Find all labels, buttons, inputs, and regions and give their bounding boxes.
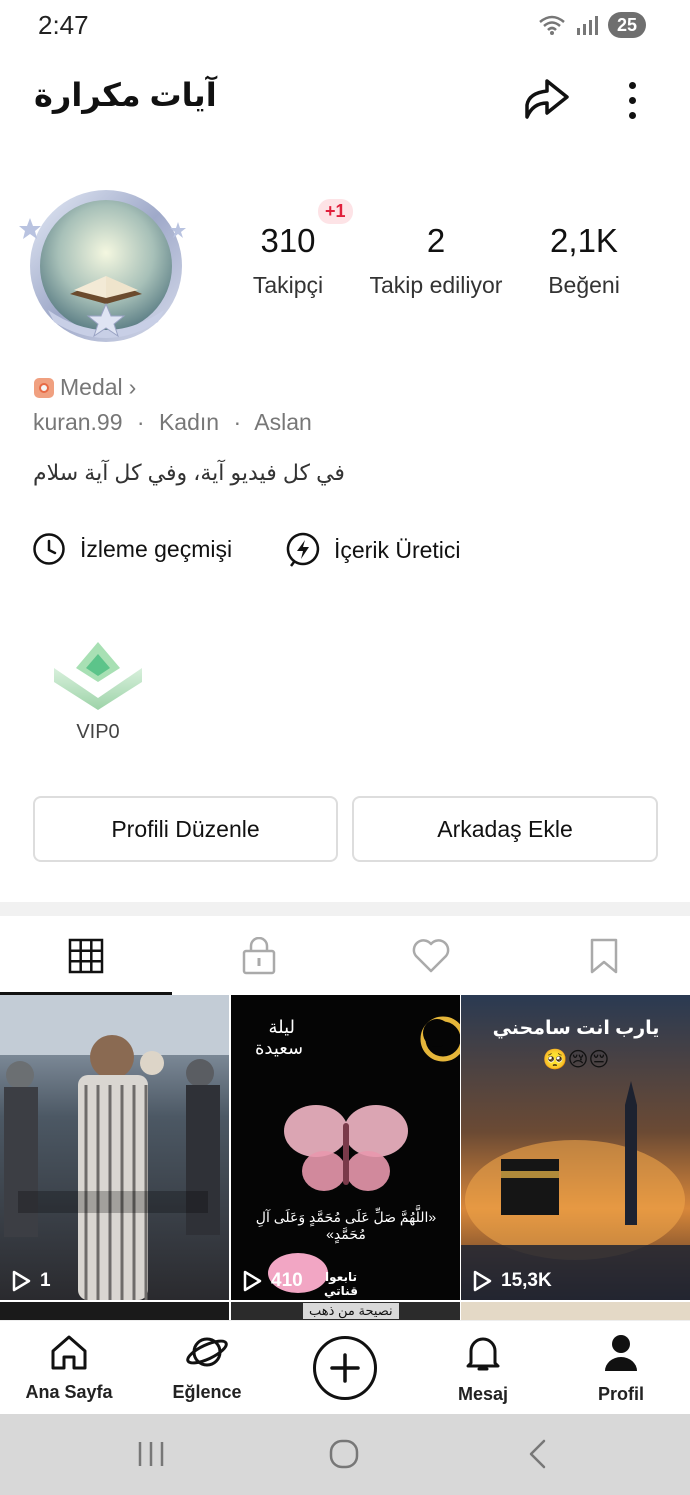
- followers-stat[interactable]: 310 Takipçi: [244, 222, 332, 299]
- home-circle-icon[interactable]: [328, 1438, 360, 1470]
- following-stat[interactable]: 2 Takip ediliyor: [362, 222, 510, 299]
- tab-videos[interactable]: [0, 917, 173, 995]
- followers-label: Takipçi: [252, 272, 324, 298]
- watch-history-link[interactable]: İzleme geçmişi: [32, 532, 232, 566]
- status-icons: 25: [538, 12, 646, 38]
- bio: في كل فيديو آية، وفي كل آية سلام: [33, 460, 345, 485]
- wifi-icon: [539, 15, 565, 35]
- bookmark-icon: [590, 938, 617, 974]
- video-overlay-text: يارب انت سامحني: [492, 1018, 660, 1039]
- add-friend-button[interactable]: Arkadaş Ekle: [352, 796, 658, 862]
- status-time: 2:47: [38, 10, 89, 40]
- nav-entertainment-label: Eğlence: [172, 1382, 242, 1402]
- play-icon: [243, 1270, 262, 1292]
- separator: ·: [136, 409, 145, 435]
- medal-link[interactable]: Medal ›: [34, 374, 136, 401]
- nav-entertainment[interactable]: Eğlence: [152, 1333, 262, 1403]
- video-sticker: تابعوا قناتي: [324, 1270, 358, 1298]
- vip-emblem-icon: [54, 642, 142, 710]
- nav-profile-label: Profil: [597, 1384, 644, 1404]
- grid-icon: [69, 938, 104, 974]
- video-caption: نصيحة من ذهب: [303, 1303, 399, 1319]
- battery-indicator: 25: [607, 12, 646, 38]
- likes-label: Beğeni: [548, 272, 620, 298]
- home-icon: [51, 1335, 87, 1370]
- view-count: 15,3K: [471, 1270, 552, 1292]
- zodiac: Aslan: [254, 409, 312, 435]
- lock-icon: [242, 937, 275, 975]
- page-title: آيات مكرارة: [34, 77, 217, 113]
- medal-label: Medal: [60, 374, 123, 400]
- back-icon[interactable]: [524, 1438, 550, 1470]
- separator: ·: [233, 409, 242, 435]
- signal-icon: [576, 16, 598, 35]
- following-count: 2: [426, 222, 446, 259]
- play-icon: [12, 1270, 31, 1292]
- bell-icon: [466, 1337, 500, 1371]
- video-thumbnail[interactable]: يارب انت سامحني 🥺😢😔 15,3K: [461, 995, 690, 1300]
- share-icon: [525, 79, 569, 119]
- video-overlay-text: «اللَّهُمَّ صَلِّ عَلَى مُحَمَّدٍ وَعَلَ…: [255, 1209, 437, 1242]
- nav-home[interactable]: Ana Sayfa: [14, 1333, 124, 1403]
- nav-messages[interactable]: Mesaj: [428, 1333, 538, 1405]
- view-count: 410: [241, 1270, 303, 1292]
- followers-count: 310: [260, 222, 316, 259]
- heart-icon: [412, 939, 450, 973]
- likes-stat[interactable]: 2,1K Beğeni: [536, 222, 632, 299]
- video-emoji: 🥺😢😔: [542, 1049, 610, 1071]
- avatar[interactable]: [18, 182, 190, 352]
- username: kuran.99: [33, 409, 123, 435]
- video-thumbnail[interactable]: ليلة سعيدة «اللَّهُمَّ صَلِّ عَلَى مُحَم…: [231, 995, 460, 1300]
- content-tabs: [0, 917, 690, 995]
- planet-icon: [186, 1337, 228, 1367]
- tab-private[interactable]: [173, 917, 346, 995]
- video-grid: 1 ليلة سعيدة «اللَّهُمَّ صَلِّ عَلَى مُح…: [0, 995, 690, 1321]
- share-button[interactable]: [520, 72, 574, 126]
- vip-label: VIP0: [76, 721, 120, 743]
- edit-profile-button[interactable]: Profili Düzenle: [33, 796, 338, 862]
- nav-profile[interactable]: Profil: [566, 1333, 676, 1405]
- medal-icon: [34, 377, 54, 398]
- gender: Kadın: [158, 409, 220, 435]
- section-divider: [0, 902, 690, 916]
- nav-messages-label: Mesaj: [457, 1384, 509, 1404]
- video-thumbnail[interactable]: [0, 1302, 229, 1321]
- watch-history-label: İzleme geçmişi: [80, 535, 233, 562]
- new-followers-badge: +1: [318, 199, 353, 224]
- tab-liked[interactable]: [345, 917, 518, 995]
- recent-apps-icon[interactable]: [136, 1438, 166, 1470]
- tab-saved[interactable]: [518, 917, 690, 995]
- creator-label: İçerik Üretici: [334, 536, 461, 563]
- vip-badge[interactable]: VIP0: [50, 638, 146, 744]
- plus-icon: [330, 1353, 360, 1383]
- create-button[interactable]: [313, 1336, 377, 1400]
- following-label: Takip ediliyor: [369, 272, 503, 298]
- lightning-icon: [286, 532, 320, 567]
- video-thumbnail[interactable]: 1: [0, 995, 229, 1300]
- profile-icon: [605, 1335, 637, 1371]
- video-thumbnail[interactable]: نصيحة من ذهب: [231, 1302, 460, 1321]
- video-thumbnail[interactable]: [461, 1302, 690, 1321]
- video-overlay-text: ليلة سعيدة: [255, 1017, 304, 1058]
- view-count: 1: [10, 1270, 51, 1292]
- likes-count: 2,1K: [550, 222, 618, 259]
- bottom-navigation: Ana Sayfa Eğlence Mesaj Profil: [0, 1320, 690, 1414]
- play-icon: [473, 1270, 492, 1292]
- system-navigation-bar: [0, 1414, 690, 1495]
- user-info: kuran.99 · Kadın · Aslan: [33, 409, 312, 436]
- more-options-button[interactable]: [612, 76, 652, 124]
- nav-home-label: Ana Sayfa: [25, 1382, 113, 1402]
- creator-link[interactable]: İçerik Üretici: [286, 532, 461, 568]
- chevron-right-icon: ›: [128, 374, 137, 400]
- clock-icon: [33, 533, 65, 565]
